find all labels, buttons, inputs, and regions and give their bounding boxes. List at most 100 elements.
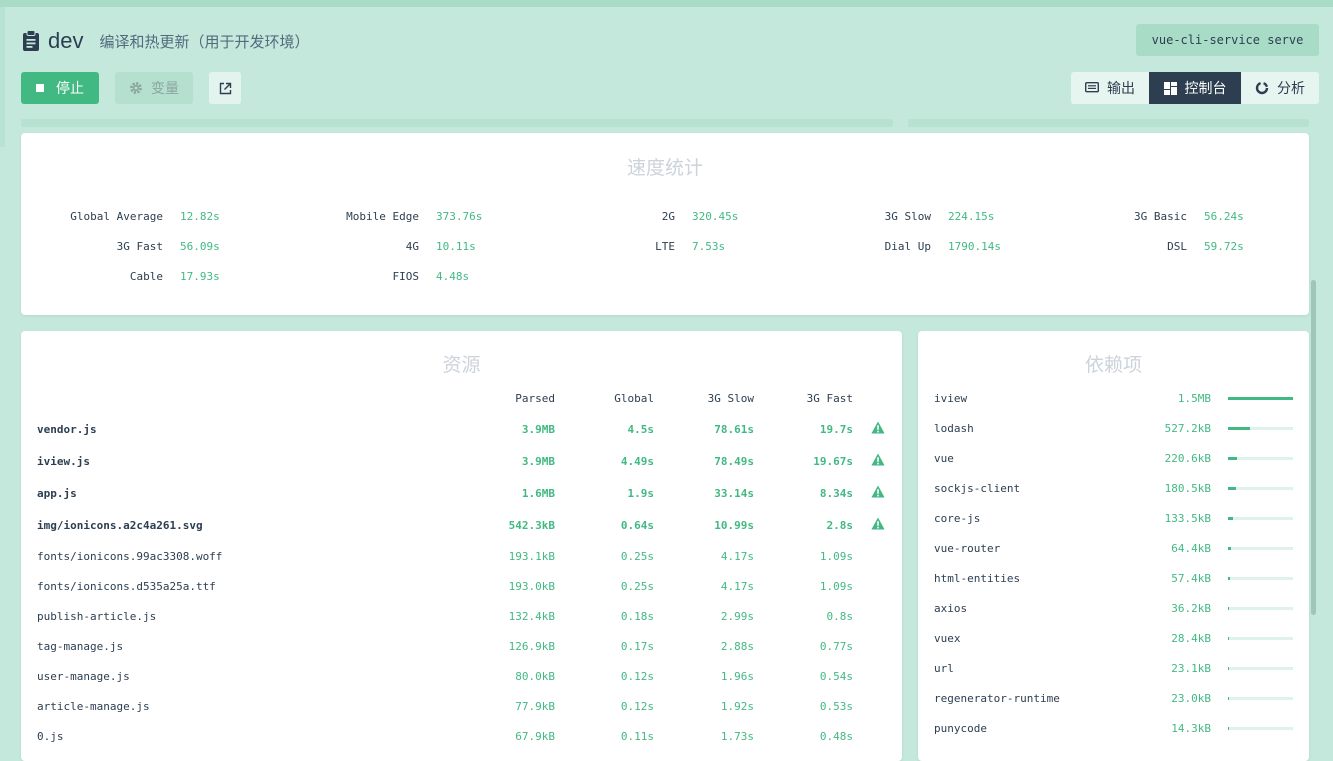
- dependency-size: 180.5kB: [1164, 482, 1211, 495]
- stat-value: 56.09s: [180, 240, 220, 253]
- list-item[interactable]: url 23.1kB: [918, 662, 1309, 692]
- dependency-share-bar: [1228, 607, 1293, 610]
- column-header-3g-slow: 3G Slow: [707, 392, 754, 405]
- table-row[interactable]: fonts/ionicons.99ac3308.woff 193.1kB 0.25s…: [21, 550, 902, 580]
- dependency-share-bar: [1228, 667, 1293, 670]
- column-header-parsed: Parsed: [515, 392, 555, 405]
- list-item[interactable]: iview 1.5MB: [918, 392, 1309, 422]
- list-item[interactable]: punycode 14.3kB: [918, 722, 1309, 752]
- dependency-name: iview: [934, 392, 968, 405]
- dependency-share-fill: [1228, 487, 1236, 490]
- list-item[interactable]: lodash 527.2kB: [918, 422, 1309, 452]
- dependency-share-bar: [1228, 727, 1293, 730]
- dashboard-icon: [1163, 81, 1177, 95]
- dependency-share-fill: [1228, 727, 1229, 730]
- table-row[interactable]: fonts/ionicons.d535a25a.ttf 193.0kB 0.25s 4…: [21, 580, 902, 610]
- asset-name: img/ionicons.a2c4a261.svg: [37, 519, 203, 532]
- table-row[interactable]: user-manage.js 80.0kB 0.12s 1.96s 0.54s: [21, 670, 902, 700]
- dependency-size: 1.5MB: [1177, 392, 1211, 405]
- asset-slow: 1.73s: [720, 730, 754, 743]
- dependency-size: 220.6kB: [1164, 452, 1211, 465]
- asset-global: 4.5s: [627, 423, 655, 436]
- list-item[interactable]: vuex 28.4kB: [918, 632, 1309, 662]
- stat-value: 224.15s: [948, 210, 995, 223]
- stat-value: 373.76s: [436, 210, 483, 223]
- open-in-browser-button[interactable]: [209, 72, 241, 104]
- table-row[interactable]: article-manage.js 77.9kB 0.12s 1.92s 0.53s: [21, 700, 902, 730]
- list-item[interactable]: vue-router 64.4kB: [918, 542, 1309, 572]
- message-icon: [1085, 82, 1099, 93]
- dependency-name: vue-router: [934, 542, 1001, 555]
- table-row[interactable]: app.js 1.6MB 1.9s 33.14s 8.34s: [21, 485, 902, 517]
- table-row[interactable]: 0.js 67.9kB 0.11s 1.73s 0.48s: [21, 730, 902, 760]
- stat-label: Mobile Edge: [346, 210, 419, 223]
- asset-parsed: 193.1kB: [508, 550, 555, 563]
- asset-parsed: 67.9kB: [515, 730, 555, 743]
- dependency-name: axios: [934, 602, 968, 615]
- view-console-tab[interactable]: 控制台: [1149, 72, 1241, 104]
- list-item[interactable]: sockjs-client 180.5kB: [918, 482, 1309, 512]
- table-row[interactable]: img/ionicons.a2c4a261.svg 542.3kB 0.64s 10.…: [21, 517, 902, 549]
- dependency-share-fill: [1228, 457, 1237, 460]
- list-item[interactable]: vue 220.6kB: [918, 452, 1309, 482]
- warning-icon: [871, 517, 885, 530]
- table-row[interactable]: iview.js 3.9MB 4.49s 78.49s 19.67s: [21, 453, 902, 485]
- asset-fast: 1.09s: [819, 550, 853, 563]
- dependency-size: 57.4kB: [1171, 572, 1211, 585]
- stat-value: 1790.14s: [948, 240, 1001, 253]
- asset-global: 0.17s: [620, 640, 654, 653]
- dependency-share-bar: [1228, 487, 1293, 490]
- dependency-name: sockjs-client: [934, 482, 1021, 495]
- dependency-share-fill: [1228, 397, 1293, 400]
- command-box: vue-cli-service serve: [1136, 24, 1319, 56]
- stop-button[interactable]: 停止: [21, 72, 99, 104]
- dependency-share-fill: [1228, 427, 1250, 430]
- asset-global: 0.25s: [620, 550, 654, 563]
- dependency-share-fill: [1228, 697, 1229, 700]
- stat-label: 3G Slow: [884, 210, 931, 223]
- asset-parsed: 542.3kB: [508, 519, 555, 532]
- view-analyze-tab[interactable]: 分析: [1241, 72, 1319, 104]
- dependency-size: 133.5kB: [1164, 512, 1211, 525]
- list-item[interactable]: core-js 133.5kB: [918, 512, 1309, 542]
- table-row[interactable]: publish-article.js 132.4kB 0.18s 2.99s 0.8s: [21, 610, 902, 640]
- stat-label: 3G Fast: [116, 240, 163, 253]
- stat-label: Cable: [129, 270, 163, 283]
- asset-fast: 0.8s: [826, 610, 854, 623]
- dependency-share-bar: [1228, 457, 1293, 460]
- asset-name: tag-manage.js: [37, 640, 124, 653]
- warning-icon: [871, 453, 885, 466]
- scrollbar[interactable]: [1311, 280, 1316, 615]
- table-row[interactable]: tag-manage.js 126.9kB 0.17s 2.88s 0.77s: [21, 640, 902, 670]
- column-header-global: Global: [614, 392, 654, 405]
- asset-global: 0.11s: [620, 730, 654, 743]
- view-output-label: 输出: [1107, 80, 1135, 96]
- table-row[interactable]: vendor.js 3.9MB 4.5s 78.61s 19.7s: [21, 421, 902, 453]
- stat-value: 10.11s: [436, 240, 476, 253]
- asset-global: 0.64s: [620, 519, 654, 532]
- dependency-share-bar: [1228, 697, 1293, 700]
- clipboard-icon: [23, 30, 39, 51]
- dependency-share-fill: [1228, 667, 1229, 670]
- asset-parsed: 80.0kB: [515, 670, 555, 683]
- asset-parsed: 126.9kB: [508, 640, 555, 653]
- asset-fast: 8.34s: [819, 487, 853, 500]
- dependency-share-bar: [1228, 427, 1293, 430]
- task-name: dev: [48, 28, 84, 53]
- list-item[interactable]: regenerator-runtime 23.0kB: [918, 692, 1309, 722]
- stat-value: 4.48s: [436, 270, 470, 283]
- gear-icon: [130, 82, 142, 94]
- asset-slow: 1.96s: [720, 670, 754, 683]
- list-item[interactable]: axios 36.2kB: [918, 602, 1309, 632]
- left-strip: [0, 7, 5, 147]
- dependency-name: lodash: [934, 422, 974, 435]
- asset-parsed: 77.9kB: [515, 700, 555, 713]
- view-output-tab[interactable]: 输出: [1071, 72, 1149, 104]
- variables-button[interactable]: 变量: [115, 72, 193, 104]
- stat-label: Dial Up: [884, 240, 931, 253]
- dependency-name: vue: [934, 452, 954, 465]
- asset-fast: 19.67s: [813, 455, 853, 468]
- dependency-share-fill: [1228, 517, 1233, 520]
- list-item[interactable]: html-entities 57.4kB: [918, 572, 1309, 602]
- dependency-size: 28.4kB: [1171, 632, 1211, 645]
